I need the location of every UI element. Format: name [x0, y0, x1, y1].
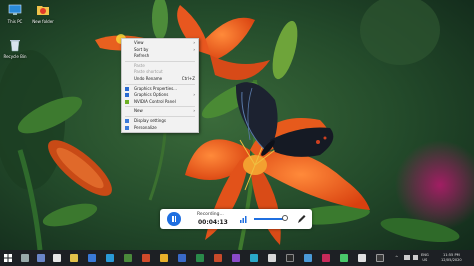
submenu-arrow-icon: ›: [193, 108, 195, 114]
clock-time: 11:55 PM: [442, 253, 460, 257]
recording-timer: 00:04:13: [198, 219, 228, 226]
menu-item-personalize[interactable]: Personalize: [122, 125, 198, 132]
menu-item-paste: Paste: [122, 63, 198, 70]
menu-item-display-settings[interactable]: Display settings: [122, 118, 198, 125]
desktop-icon-new-folder[interactable]: New folder: [28, 3, 58, 24]
menu-item-label: Sort by: [134, 46, 149, 52]
menu-item-graphics-properties[interactable]: Graphics Properties...: [122, 86, 198, 93]
menu-separator: [125, 115, 195, 117]
menu-item-label: Paste shortcut: [134, 69, 163, 75]
taskbar: ^: [0, 250, 474, 266]
app-icon[interactable]: [250, 254, 258, 262]
submenu-arrow-icon: ›: [193, 46, 195, 52]
menu-item-label: Personalize: [134, 124, 157, 130]
powerpoint-icon[interactable]: [214, 254, 222, 262]
menu-item-new[interactable]: New ›: [122, 108, 198, 115]
desktop-icon-label: New folder: [32, 19, 54, 24]
menu-item-refresh[interactable]: Refresh: [122, 53, 198, 60]
menu-separator: [125, 83, 195, 85]
folder-icon: [37, 6, 49, 15]
menu-item-label: New: [134, 108, 143, 114]
region-code: US: [422, 257, 428, 262]
menu-item-label: Graphics Options: [134, 92, 169, 98]
search-icon[interactable]: [21, 254, 29, 262]
menu-item-paste-shortcut: Paste shortcut: [122, 69, 198, 76]
desktop-context-menu: View › Sort by › Refresh Paste Paste sho…: [121, 38, 199, 134]
audio-level-icon: [240, 216, 247, 223]
display-icon: [125, 119, 129, 124]
screen-recorder-widget: Recording... 00:04:13: [160, 209, 312, 229]
intel-graphics-icon: [125, 86, 129, 91]
taskbar-clock[interactable]: 11:55 PM 12/05/2020: [441, 253, 462, 262]
menu-item-nvidia-control-panel[interactable]: NVIDIA Control Panel: [122, 99, 198, 106]
app-icon[interactable]: [340, 254, 348, 262]
submenu-arrow-icon: ›: [193, 92, 195, 98]
menu-item-label: NVIDIA Control Panel: [134, 98, 176, 104]
app-icon[interactable]: [286, 254, 294, 262]
menu-item-shortcut: Ctrl+Z: [181, 75, 195, 81]
volume-icon[interactable]: [413, 255, 418, 260]
menu-item-label: Graphics Properties...: [134, 85, 177, 91]
task-view-icon[interactable]: [37, 254, 45, 262]
desktop-icon-label: This PC: [7, 19, 23, 24]
desktop-icon-this-pc[interactable]: This PC: [0, 3, 30, 24]
app-icon[interactable]: [358, 254, 366, 262]
app-icon[interactable]: [232, 254, 240, 262]
mail-icon[interactable]: [88, 254, 96, 262]
menu-separator: [125, 60, 195, 62]
menu-item-label: Undo Rename: [134, 75, 163, 81]
windows-start-icon[interactable]: [4, 254, 12, 262]
pause-button[interactable]: [167, 212, 181, 226]
chrome-icon[interactable]: [160, 254, 168, 262]
app-icon[interactable]: [268, 254, 276, 262]
menu-item-graphics-options[interactable]: Graphics Options ›: [122, 92, 198, 99]
intel-graphics-icon: [125, 93, 129, 98]
desktop-icon-label: Recycle Bin: [3, 54, 27, 59]
menu-separator: [125, 106, 195, 108]
language-indicator[interactable]: ENG US: [421, 253, 429, 262]
menu-item-label: View: [134, 40, 144, 45]
menu-item-label: Refresh: [134, 53, 150, 59]
menu-item-label: Paste: [134, 62, 145, 68]
word-icon[interactable]: [178, 254, 186, 262]
edge-icon[interactable]: [106, 254, 114, 262]
volume-slider-handle[interactable]: [282, 215, 288, 221]
app-icon[interactable]: [142, 254, 150, 262]
app-icon[interactable]: [376, 254, 384, 262]
menu-item-label: Display settings: [134, 117, 166, 123]
excel-icon[interactable]: [196, 254, 204, 262]
pen-annotate-icon[interactable]: [297, 214, 306, 224]
recycle-bin-icon: [10, 40, 20, 52]
app-icon[interactable]: [53, 254, 61, 262]
clock-date: 12/05/2020: [441, 257, 462, 262]
desktop-icon-recycle-bin[interactable]: Recycle Bin: [0, 38, 30, 59]
app-icon[interactable]: [304, 254, 312, 262]
personalize-icon: [125, 125, 129, 130]
recording-status: Recording...: [197, 212, 224, 217]
menu-item-sort-by[interactable]: Sort by ›: [122, 47, 198, 54]
language-code: ENG: [421, 253, 429, 257]
file-explorer-icon[interactable]: [70, 254, 78, 262]
tray-overflow-icon[interactable]: ^: [395, 255, 398, 260]
nvidia-icon: [125, 100, 129, 105]
submenu-arrow-icon: ›: [193, 40, 195, 45]
computer-icon: [8, 4, 22, 15]
volume-slider[interactable]: [254, 218, 284, 220]
menu-item-undo-rename[interactable]: Undo Rename Ctrl+Z: [122, 76, 198, 83]
network-icon[interactable]: [404, 255, 410, 260]
store-icon[interactable]: [124, 254, 132, 262]
menu-item-view[interactable]: View ›: [122, 40, 198, 47]
app-icon[interactable]: [322, 254, 330, 262]
